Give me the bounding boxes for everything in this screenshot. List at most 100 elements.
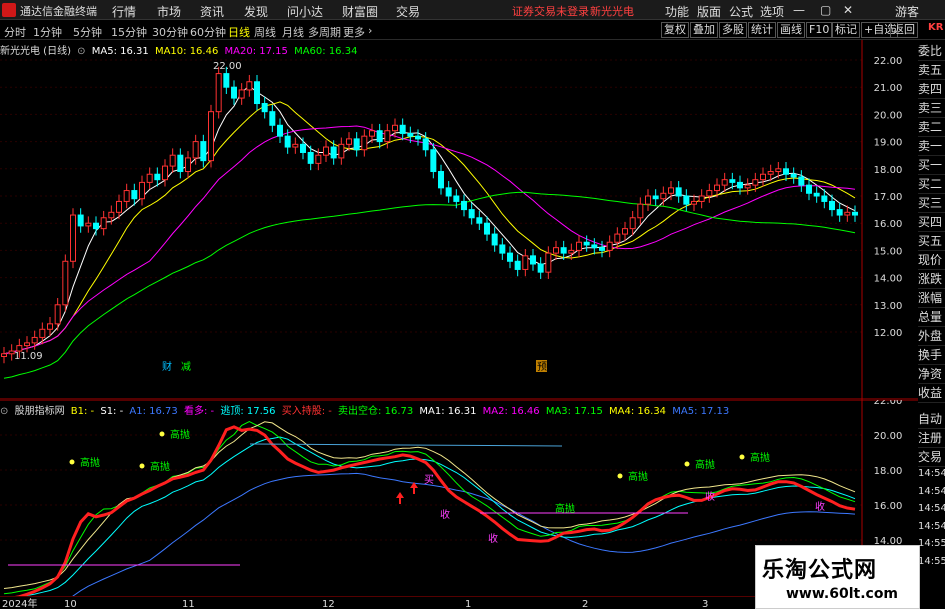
candle-body (208, 111, 214, 162)
tool-diejia[interactable]: 叠加 (690, 22, 718, 38)
candle-body (752, 179, 759, 186)
indicator-line-cyan (20, 436, 856, 596)
date-3: 3 (702, 599, 708, 609)
quote-volume: 总量 (918, 308, 945, 327)
tool-f10[interactable]: F10 (806, 22, 833, 38)
period-60min[interactable]: 60分钟 (190, 24, 226, 40)
chevron-down-icon[interactable]: › (368, 24, 372, 37)
tool-fanhui[interactable]: 返回 (890, 22, 918, 38)
menu-item-wenxiaoda[interactable]: 问小达 (287, 3, 323, 20)
candle-body (507, 252, 513, 262)
candle-body (537, 263, 544, 273)
candle-body (1, 353, 7, 357)
indicator-line-blue (72, 472, 856, 596)
quote-price: 现价 (918, 251, 945, 270)
menu-item-faxian[interactable]: 发现 (244, 3, 268, 20)
candle-body (836, 209, 843, 216)
shou-label: 收 (815, 500, 825, 513)
candle-body (706, 190, 713, 197)
tool-fuquan[interactable]: 复权 (661, 22, 689, 38)
tool-huaxian[interactable]: 画线 (777, 22, 805, 38)
candle-body (813, 192, 820, 197)
tick-time: 14:54 (918, 485, 945, 497)
quote-buy3: 买三 (918, 194, 945, 213)
quote-netasset: 净资 (918, 365, 945, 384)
date-2: 2 (582, 599, 588, 609)
period-15min[interactable]: 15分钟 (111, 24, 147, 40)
menu-item-zixun[interactable]: 资讯 (200, 3, 224, 20)
menu-item-xuanxiang[interactable]: 选项 (760, 3, 784, 20)
candle-body (591, 244, 598, 249)
price-tick-label: 22.00 (874, 56, 903, 67)
candle-body (415, 135, 421, 140)
menu-item-hangqing[interactable]: 行情 (112, 3, 136, 20)
price-tick-label: 15.00 (874, 246, 903, 257)
period-5min[interactable]: 5分钟 (73, 24, 102, 40)
menu-item-caifuquan[interactable]: 财富圈 (342, 3, 378, 20)
candle-body (852, 211, 858, 216)
tool-duogu[interactable]: 多股 (719, 22, 747, 38)
gaopao-label: 高抛 (750, 451, 770, 464)
candle-body (269, 111, 276, 126)
candle-body (24, 342, 30, 347)
shou-label: 收 (440, 508, 450, 521)
trade-register[interactable]: 注册 (918, 429, 945, 448)
tick-time: 14:55 (918, 538, 945, 549)
candle-body (422, 138, 429, 151)
period-more[interactable]: 更多 (343, 24, 365, 40)
tool-tongji[interactable]: 统计 (748, 22, 776, 38)
close-icon[interactable]: ✕ (843, 3, 853, 17)
menu-item-gongneng[interactable]: 功能 (665, 3, 689, 20)
tick-time: 14:54 (918, 520, 945, 532)
menu-item-gongshi[interactable]: 公式 (729, 3, 753, 20)
period-weekly[interactable]: 周线 (254, 24, 276, 40)
candle-body (369, 130, 375, 137)
candle-body (399, 124, 406, 134)
period-fenshi[interactable]: 分时 (4, 24, 26, 40)
candle-body (54, 304, 61, 325)
candle-body (821, 195, 828, 202)
candle-body (384, 130, 391, 143)
tool-biaoji[interactable]: 标记 (832, 22, 860, 38)
candle-body (131, 190, 138, 200)
period-monthly[interactable]: 月线 (282, 24, 304, 40)
candle-body (461, 200, 467, 211)
candle-body (307, 151, 314, 164)
menu-item-banmian[interactable]: 版面 (697, 3, 721, 20)
sub-tick-label: 16.00 (874, 501, 903, 512)
price-tick-label: 13.00 (874, 301, 903, 312)
candle-body (806, 184, 812, 194)
menu-item-youke[interactable]: 游客 (895, 3, 919, 20)
candle-body (721, 179, 728, 186)
menu-item-shichang[interactable]: 市场 (157, 3, 181, 20)
candle-body (675, 187, 682, 197)
price-tick-label: 20.00 (874, 110, 903, 121)
shou-label: 收 (705, 490, 715, 503)
quote-buy1: 买一 (918, 156, 945, 175)
quote-turnover: 换手 (918, 346, 945, 365)
trade-auto[interactable]: 自动 (918, 410, 945, 429)
quote-sell1: 卖一 (918, 137, 945, 156)
period-30min[interactable]: 30分钟 (152, 24, 188, 40)
kline-chart[interactable]: 22.00 21.00 20.00 19.00 18.00 17.00 16.00 15.00… (0, 40, 918, 400)
maximize-icon[interactable]: ▢ (820, 3, 831, 17)
candle-body (361, 135, 368, 151)
tick-times: 14:54 14:54 14:54 14:54 14:55 14:55 (918, 465, 945, 570)
sub-tick-label: 22.00 (874, 400, 903, 407)
menu-item-jiaoyi[interactable]: 交易 (396, 3, 420, 20)
period-multi[interactable]: 多周期 (308, 24, 341, 40)
candle-body (622, 228, 628, 235)
date-11: 11 (182, 599, 195, 609)
high-price-label: 22.00 (213, 61, 242, 72)
period-1min[interactable]: 1分钟 (33, 24, 62, 40)
minimize-icon[interactable]: — (793, 3, 805, 17)
price-tick-label: 17.00 (874, 192, 903, 203)
quote-buy5: 买五 (918, 232, 945, 251)
candle-body (829, 200, 835, 211)
candle-body (683, 195, 690, 205)
period-daily[interactable]: 日线 (228, 24, 250, 40)
candle-body (246, 81, 253, 91)
shou-label: 收 (488, 532, 498, 545)
candle-body (491, 233, 498, 246)
login-notice[interactable]: 证券交易未登录 (512, 3, 589, 19)
